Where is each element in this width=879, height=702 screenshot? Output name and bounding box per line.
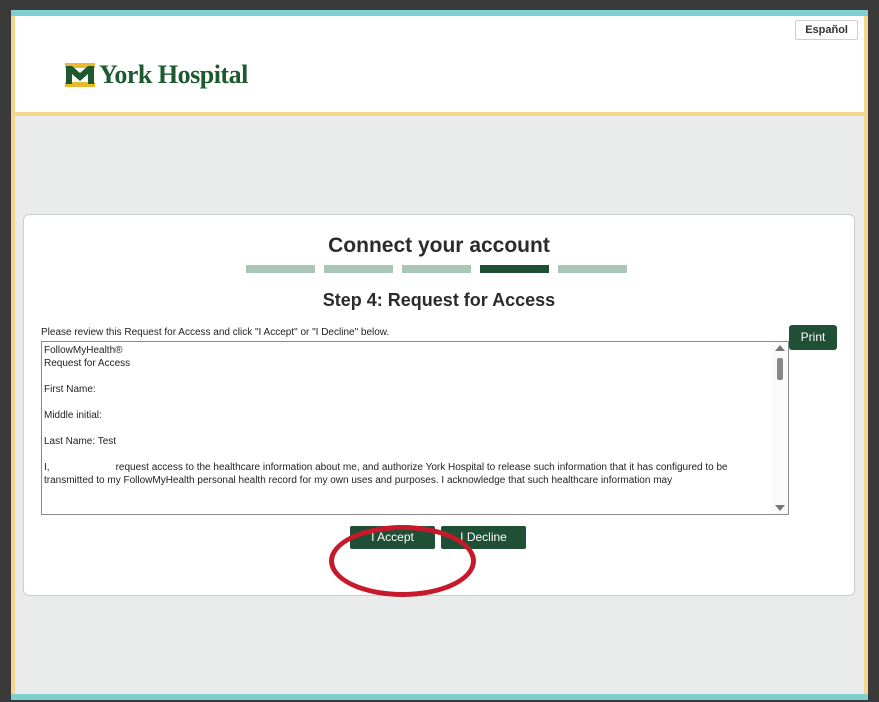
document-line: FollowMyHealth® — [44, 345, 123, 356]
document-line: Request for Access — [44, 358, 131, 369]
step-progress-bar — [246, 265, 636, 273]
york-hospital-logo[interactable]: York Hospital — [65, 60, 248, 90]
last-name-line: Last Name: Test — [44, 436, 117, 447]
step-title: Step 4: Request for Access — [322, 290, 556, 310]
language-toggle-button[interactable]: Español — [795, 20, 858, 40]
progress-step-3 — [402, 265, 471, 273]
connect-account-card: Connect your account Step 4: Request for… — [23, 214, 855, 596]
site-header: Español York Hospital — [15, 16, 864, 112]
authorization-text: request access to the healthcare informa… — [44, 462, 728, 486]
document-content: FollowMyHealth® Request for Access First… — [44, 344, 768, 487]
scroll-down-arrow-icon[interactable] — [775, 505, 785, 511]
print-button[interactable]: Print — [789, 325, 837, 350]
request-access-document[interactable]: FollowMyHealth® Request for Access First… — [41, 341, 789, 515]
progress-step-4-current — [480, 265, 549, 273]
accept-button[interactable]: I Accept — [350, 526, 435, 549]
authorization-prefix: I, — [44, 462, 50, 473]
instructions-text: Please review this Request for Access an… — [41, 327, 390, 338]
progress-step-1 — [246, 265, 315, 273]
brand-name: York Hospital — [99, 60, 248, 89]
progress-step-5 — [558, 265, 627, 273]
scroll-up-arrow-icon[interactable] — [775, 345, 785, 351]
authorization-paragraph: I, request access to the healthcare infor… — [44, 461, 768, 487]
scroll-thumb[interactable] — [777, 358, 783, 380]
card-title: Connect your account — [328, 234, 550, 257]
logo-mark-icon — [65, 63, 95, 87]
middle-initial-line: Middle initial: — [44, 410, 102, 421]
progress-step-2 — [324, 265, 393, 273]
document-scrollbar[interactable] — [772, 342, 788, 514]
decline-button[interactable]: I Decline — [441, 526, 526, 549]
page-frame: Español York Hospital Connect your accou… — [11, 10, 868, 700]
first-name-line: First Name: — [44, 384, 96, 395]
bottom-accent-bar — [11, 694, 868, 700]
